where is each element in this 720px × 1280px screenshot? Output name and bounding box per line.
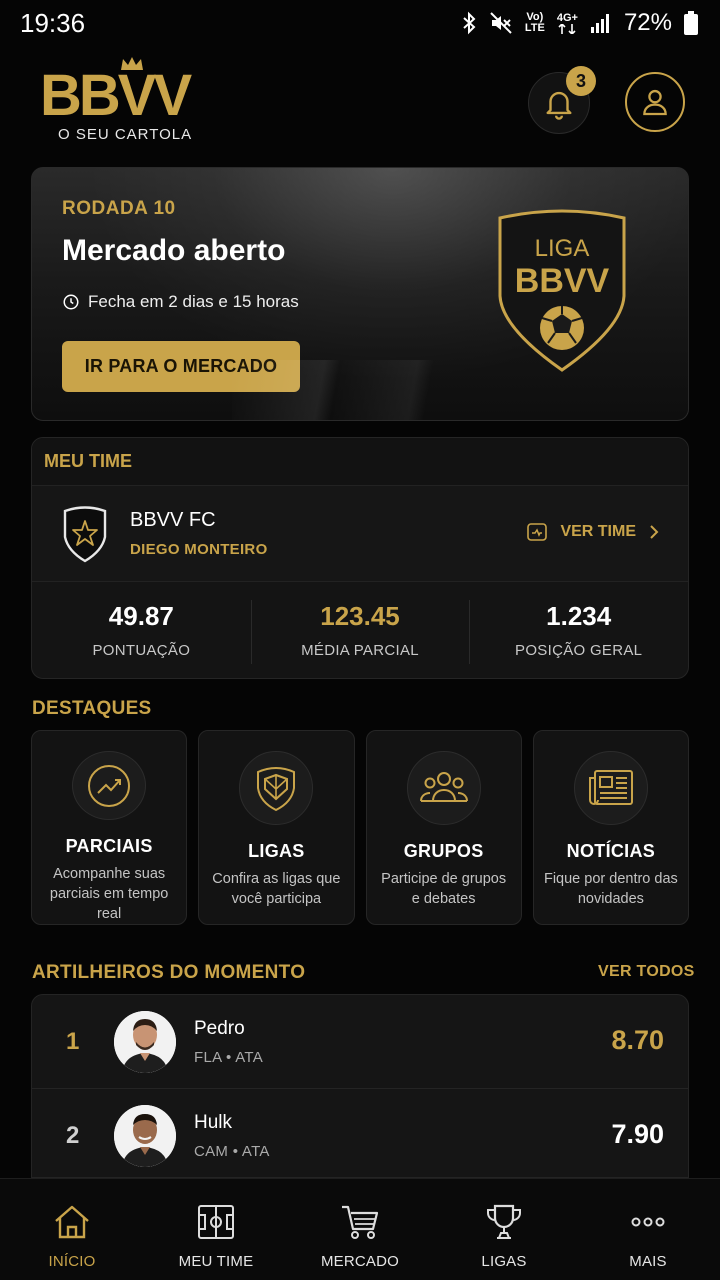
highlight-news[interactable]: NOTÍCIAS Fique por dentro das novidades xyxy=(532,730,689,925)
battery-percentage: 72% xyxy=(623,9,672,36)
nav-more[interactable]: MAIS xyxy=(576,1179,720,1280)
team-badge-icon xyxy=(63,505,107,562)
round-deadline: Fecha em 2 dias e 15 horas xyxy=(62,292,299,312)
highlights-grid: PARCIAIS Acompanhe suas parciais em temp… xyxy=(31,730,689,925)
stat-overall-position: 1.234 POSIÇÃO GERAL xyxy=(469,582,688,678)
group-icon xyxy=(406,751,481,825)
nav-my-team[interactable]: MEU TIME xyxy=(144,1179,288,1280)
round-label: RODADA 10 xyxy=(62,198,176,219)
svg-text:LIGA: LIGA xyxy=(535,235,590,262)
team-name: BBVV FC xyxy=(130,509,216,531)
mute-icon xyxy=(489,11,513,35)
scorer-rank: 1 xyxy=(66,1027,80,1055)
nav-market[interactable]: MERCADO xyxy=(288,1179,432,1280)
shirt-icon xyxy=(527,523,548,541)
team-row[interactable]: BBVV FC DIEGO MONTEIRO VER TIME xyxy=(32,486,688,582)
trophy-icon xyxy=(487,1204,521,1239)
notifications-badge: 3 xyxy=(566,66,596,96)
status-icons: Vo) LTE 4G+ 72% xyxy=(461,9,698,37)
newspaper-icon xyxy=(573,751,648,825)
scorer-score: 7.90 xyxy=(611,1119,664,1149)
bluetooth-icon xyxy=(461,11,477,35)
trending-up-icon xyxy=(72,751,147,820)
scorer-score: 8.70 xyxy=(611,1025,664,1055)
status-time: 19:36 xyxy=(20,7,86,38)
round-card: RODADA 10 Mercado aberto Fecha em 2 dias… xyxy=(31,167,689,421)
user-icon xyxy=(643,89,667,116)
bottom-navigation: INÍCIO MEU TIME MERCADO LIGAS MAIS xyxy=(0,1178,720,1280)
app-header: BBVV O SEU CARTOLA 3 xyxy=(0,52,720,152)
more-icon xyxy=(631,1217,665,1227)
volte-indicator: Vo) LTE xyxy=(524,11,545,34)
stat-score: 49.87 PONTUAÇÃO xyxy=(92,601,191,659)
my-team-heading: MEU TIME xyxy=(32,438,688,486)
highlight-groups[interactable]: GRUPOS Participe de grupos e debates xyxy=(365,730,522,925)
view-team-link[interactable]: VER TIME xyxy=(526,522,660,542)
avatar xyxy=(114,1010,176,1073)
scorer-rank: 2 xyxy=(66,1121,80,1149)
scorer-row[interactable]: 1 Pedro FLA • ATA 8.70 xyxy=(32,995,688,1089)
scorer-name: Hulk xyxy=(194,1111,233,1133)
scorer-row[interactable]: 2 Hulk CAM • ATA 7.90 xyxy=(32,1089,688,1177)
profile-button[interactable] xyxy=(625,72,685,132)
nav-leagues[interactable]: LIGAS xyxy=(432,1179,576,1280)
go-to-market-button[interactable]: IR PARA O MERCADO xyxy=(62,341,300,392)
chevron-right-icon xyxy=(650,525,659,539)
battery-icon xyxy=(684,11,698,35)
scorer-meta: CAM • ATA xyxy=(194,1142,270,1160)
cart-icon xyxy=(342,1205,379,1239)
avatar xyxy=(114,1104,176,1167)
team-stats: 49.87 PONTUAÇÃO 123.45 MÉDIA PARCIAL 1.2… xyxy=(32,582,688,678)
status-bar: 19:36 Vo) LTE 4G+ 72% xyxy=(0,0,720,46)
logo-tagline: O SEU CARTOLA xyxy=(58,126,193,143)
see-all-link[interactable]: VER TODOS xyxy=(598,963,695,981)
highlight-partials[interactable]: PARCIAIS Acompanhe suas parciais em temp… xyxy=(31,730,188,925)
highlights-heading: DESTAQUES xyxy=(32,698,152,719)
round-title: Mercado aberto xyxy=(62,234,286,267)
home-icon xyxy=(55,1205,89,1239)
clock-icon xyxy=(63,294,79,310)
top-scorers-heading: ARTILHEIROS DO MOMENTO xyxy=(32,962,306,983)
top-scorers-list: 1 Pedro FLA • ATA 8.70 2 Hulk CAM • ATA … xyxy=(31,994,689,1178)
scorer-name: Pedro xyxy=(194,1017,245,1039)
svg-text:BBVV: BBVV xyxy=(515,262,610,300)
app-logo: BBVV O SEU CARTOLA xyxy=(40,56,220,146)
nav-home[interactable]: INÍCIO xyxy=(0,1179,144,1280)
stat-partial-average: 123.45 MÉDIA PARCIAL xyxy=(250,582,470,678)
field-icon xyxy=(198,1205,234,1239)
team-owner: DIEGO MONTEIRO xyxy=(130,541,268,558)
network-type: 4G+ xyxy=(557,12,578,34)
shield-icon xyxy=(239,751,314,825)
scorer-meta: FLA • ATA xyxy=(194,1048,264,1066)
signal-icon xyxy=(590,12,612,34)
my-team-card: MEU TIME BBVV FC DIEGO MONTEIRO VER TIME… xyxy=(31,437,689,679)
highlight-leagues[interactable]: LIGAS Confira as ligas que você particip… xyxy=(198,730,355,925)
league-shield-icon: LIGA BBVV xyxy=(498,209,626,372)
